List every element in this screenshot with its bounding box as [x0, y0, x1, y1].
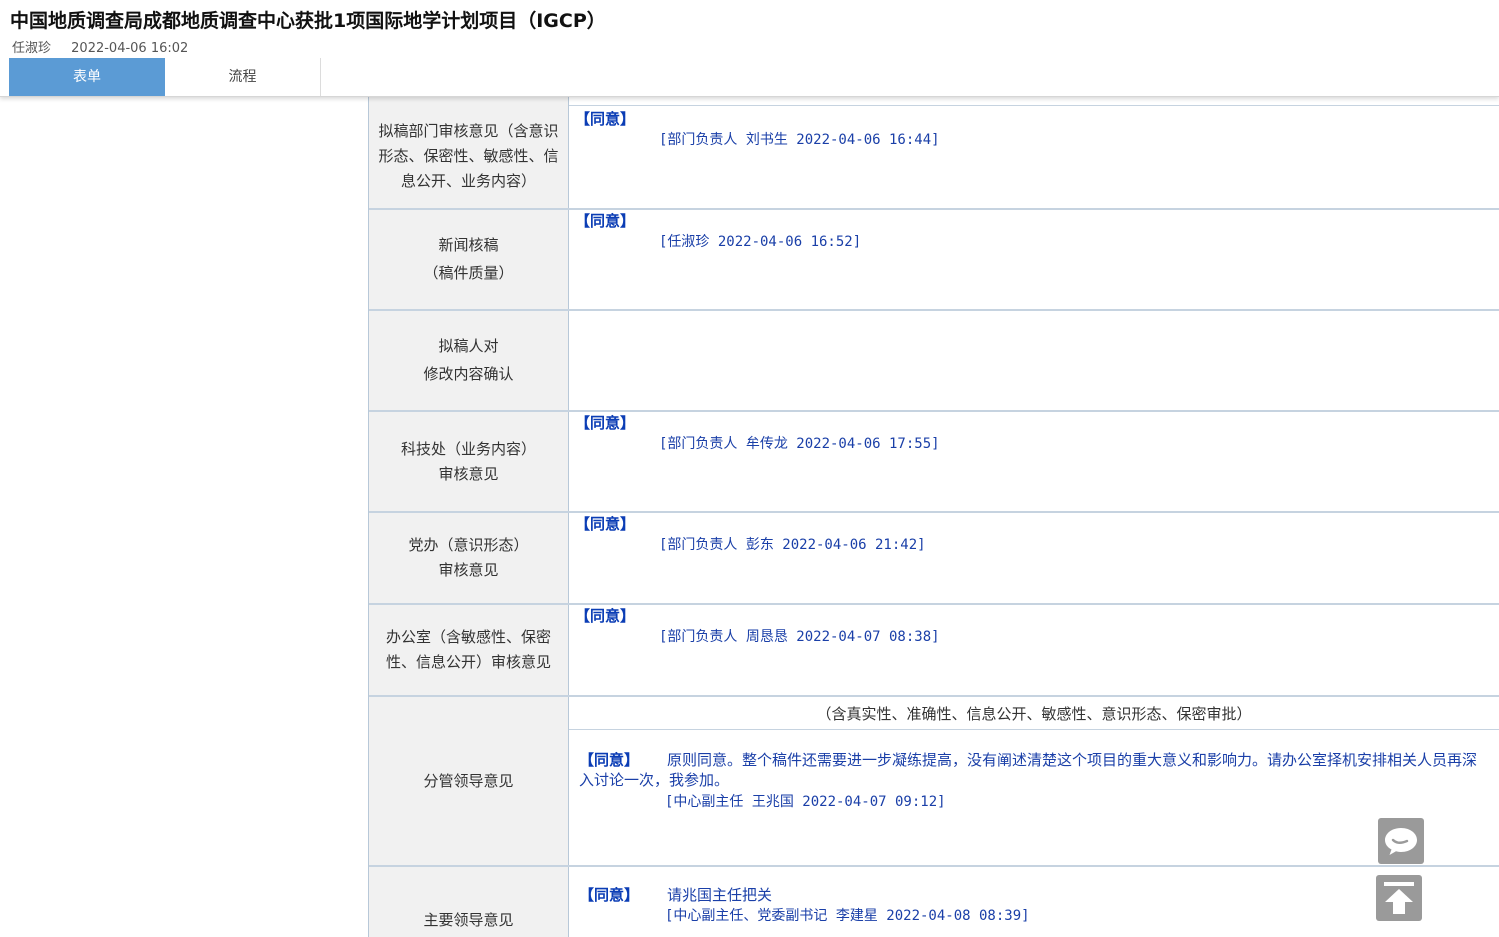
- form-row-party-office: 党办（意识形态） 审核意见 【同意】 [部门负责人 彭东 2022-04-06 …: [369, 513, 1499, 603]
- signature: [部门负责人 刘书生 2022-04-06 16:44]: [659, 132, 940, 148]
- agree-label: 【同意】: [575, 607, 636, 625]
- signature: [中心副主任、党委副书记 李建星 2022-04-08 08:39]: [665, 908, 1030, 924]
- row-label: 党办（意识形态） 审核意见: [369, 513, 569, 603]
- agree-label: 【同意】: [575, 110, 636, 128]
- row-value: 【同意】 请兆国主任把关 [中心副主任、党委副书记 李建星 2022-04-08 …: [569, 867, 1499, 937]
- signature: [中心副主任 王兆国 2022-04-07 09:12]: [665, 794, 946, 810]
- tab-bar: 表单 流程: [9, 58, 321, 96]
- author-name: 任淑珍: [12, 41, 52, 56]
- signature: [部门负责人 牟传龙 2022-04-06 17:55]: [659, 436, 940, 452]
- tab-form[interactable]: 表单: [9, 58, 165, 96]
- agree-label: 【同意】: [575, 515, 636, 533]
- opinion-text: 【同意】 原则同意。整个稿件还需要进一步凝练提高，没有阐述清楚这个项目的重大意义和…: [579, 751, 1478, 789]
- form-row-news-review: 新闻核稿 （稿件质量） 【同意】 [任淑珍 2022-04-06 16:52]: [369, 210, 1499, 309]
- form-row-general-office: 办公室（含敏感性、保密性、信息公开）审核意见 【同意】 [部门负责人 周恳恳 2…: [369, 605, 1499, 695]
- chat-bubble-icon[interactable]: [1378, 818, 1424, 864]
- opinion-text: 【同意】 请兆国主任把关: [579, 886, 773, 904]
- form-row-draft-dept: 拟稿部门审核意见（含意识形态、保密性、敏感性、信息公开、业务内容） 【同意】 […: [369, 96, 1499, 208]
- row-value: 【同意】 [任淑珍 2022-04-06 16:52]: [569, 210, 1499, 309]
- back-to-top-icon[interactable]: [1376, 875, 1422, 921]
- signature: [部门负责人 彭东 2022-04-06 21:42]: [659, 537, 926, 553]
- document-timestamp: 2022-04-06 16:02: [71, 41, 189, 56]
- tab-process[interactable]: 流程: [165, 58, 321, 96]
- row-value: 【同意】 [部门负责人 牟传龙 2022-04-06 17:55]: [569, 412, 1499, 511]
- form-row-chief-leader: 主要领导意见 【同意】 请兆国主任把关 [中心副主任、党委副书记 李建星 2022…: [369, 867, 1499, 937]
- agree-label: 【同意】: [575, 414, 636, 432]
- row-value: 【同意】 [部门负责人 彭东 2022-04-06 21:42]: [569, 513, 1499, 603]
- row-label: 拟稿人对 修改内容确认: [369, 311, 569, 410]
- signature: [任淑珍 2022-04-06 16:52]: [659, 234, 862, 250]
- row-label: 拟稿部门审核意见（含意识形态、保密性、敏感性、信息公开、业务内容）: [369, 96, 569, 208]
- row-value: 【同意】 [部门负责人 周恳恳 2022-04-07 08:38]: [569, 605, 1499, 695]
- approval-form: 拟稿部门审核意见（含意识形态、保密性、敏感性、信息公开、业务内容） 【同意】 […: [368, 96, 1499, 937]
- row-label: 新闻核稿 （稿件质量）: [369, 210, 569, 309]
- row-label: 主要领导意见: [369, 867, 569, 937]
- row-label: 科技处（业务内容） 审核意见: [369, 412, 569, 511]
- form-row-deputy-leader: 分管领导意见 （含真实性、准确性、信息公开、敏感性、意识形态、保密审批） 【同意…: [369, 697, 1499, 865]
- page-title: 中国地质调查局成都地质调查中心获批1项国际地学计划项目（IGCP）: [10, 10, 606, 32]
- form-row-tech-dept: 科技处（业务内容） 审核意见 【同意】 [部门负责人 牟传龙 2022-04-0…: [369, 412, 1499, 511]
- agree-label: 【同意】: [575, 212, 636, 230]
- document-meta: 任淑珍 2022-04-06 16:02: [12, 37, 188, 56]
- row-value: [569, 311, 1499, 410]
- form-row-drafter-confirm: 拟稿人对 修改内容确认: [369, 311, 1499, 410]
- row-value: （含真实性、准确性、信息公开、敏感性、意识形态、保密审批） 【同意】 原则同意。整…: [569, 697, 1499, 865]
- agree-label: 【同意】: [579, 886, 640, 904]
- row-label: 办公室（含敏感性、保密性、信息公开）审核意见: [369, 605, 569, 695]
- row-label: 分管领导意见: [369, 697, 569, 865]
- approval-scope-note: （含真实性、准确性、信息公开、敏感性、意识形态、保密审批）: [816, 705, 1252, 723]
- agree-label: 【同意】: [579, 751, 640, 769]
- document-header: 中国地质调查局成都地质调查中心获批1项国际地学计划项目（IGCP） 任淑珍 20…: [0, 0, 1499, 97]
- row-value: 【同意】 [部门负责人 刘书生 2022-04-06 16:44]: [569, 96, 1499, 208]
- signature: [部门负责人 周恳恳 2022-04-07 08:38]: [659, 629, 940, 645]
